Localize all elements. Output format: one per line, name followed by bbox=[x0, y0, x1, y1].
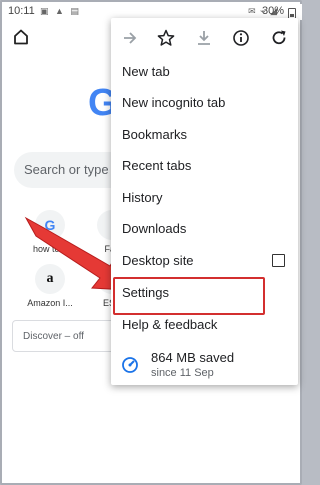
menu-item-help-feedback[interactable]: Help & feedback bbox=[111, 309, 298, 340]
refresh-icon[interactable] bbox=[270, 29, 288, 47]
menu-item-new-incognito-tab[interactable]: New incognito tab bbox=[111, 87, 298, 118]
menu-item-downloads[interactable]: Downloads bbox=[111, 213, 298, 244]
forward-icon[interactable] bbox=[121, 29, 139, 47]
info-icon[interactable] bbox=[232, 29, 250, 47]
menu-item-new-tab[interactable]: New tab bbox=[111, 56, 298, 87]
star-icon[interactable] bbox=[157, 29, 175, 47]
notification-icons: ▣ ▲ ▤ bbox=[40, 6, 81, 16]
status-time: 10:11 bbox=[8, 5, 35, 17]
home-icon[interactable] bbox=[12, 28, 30, 46]
speedometer-icon bbox=[122, 357, 138, 373]
data-saved-amount: 864 MB saved bbox=[151, 350, 235, 365]
menu-toolbar bbox=[111, 18, 298, 58]
menu-item-desktop-site[interactable]: Desktop site bbox=[111, 245, 298, 276]
overflow-menu: New tab New incognito tab Bookmarks Rece… bbox=[111, 18, 298, 385]
shortcut-label: Amazon I... bbox=[27, 298, 73, 308]
menu-item-bookmarks[interactable]: Bookmarks bbox=[111, 119, 298, 150]
desktop-site-checkbox[interactable] bbox=[272, 254, 285, 267]
menu-item-recent-tabs[interactable]: Recent tabs bbox=[111, 150, 298, 181]
download-icon[interactable] bbox=[195, 29, 213, 47]
menu-item-label: Desktop site bbox=[122, 253, 194, 268]
battery-percent: 30% bbox=[261, 5, 284, 17]
menu-item-history[interactable]: History bbox=[111, 182, 298, 213]
data-saved-since: since 11 Sep bbox=[151, 367, 214, 379]
data-saver-summary[interactable]: 864 MB saved since 11 Sep bbox=[111, 348, 298, 384]
phone-frame: 10:11 ▣ ▲ ▤ ✉ ⌁ ◢ 30% G Search or type w… bbox=[0, 0, 302, 485]
